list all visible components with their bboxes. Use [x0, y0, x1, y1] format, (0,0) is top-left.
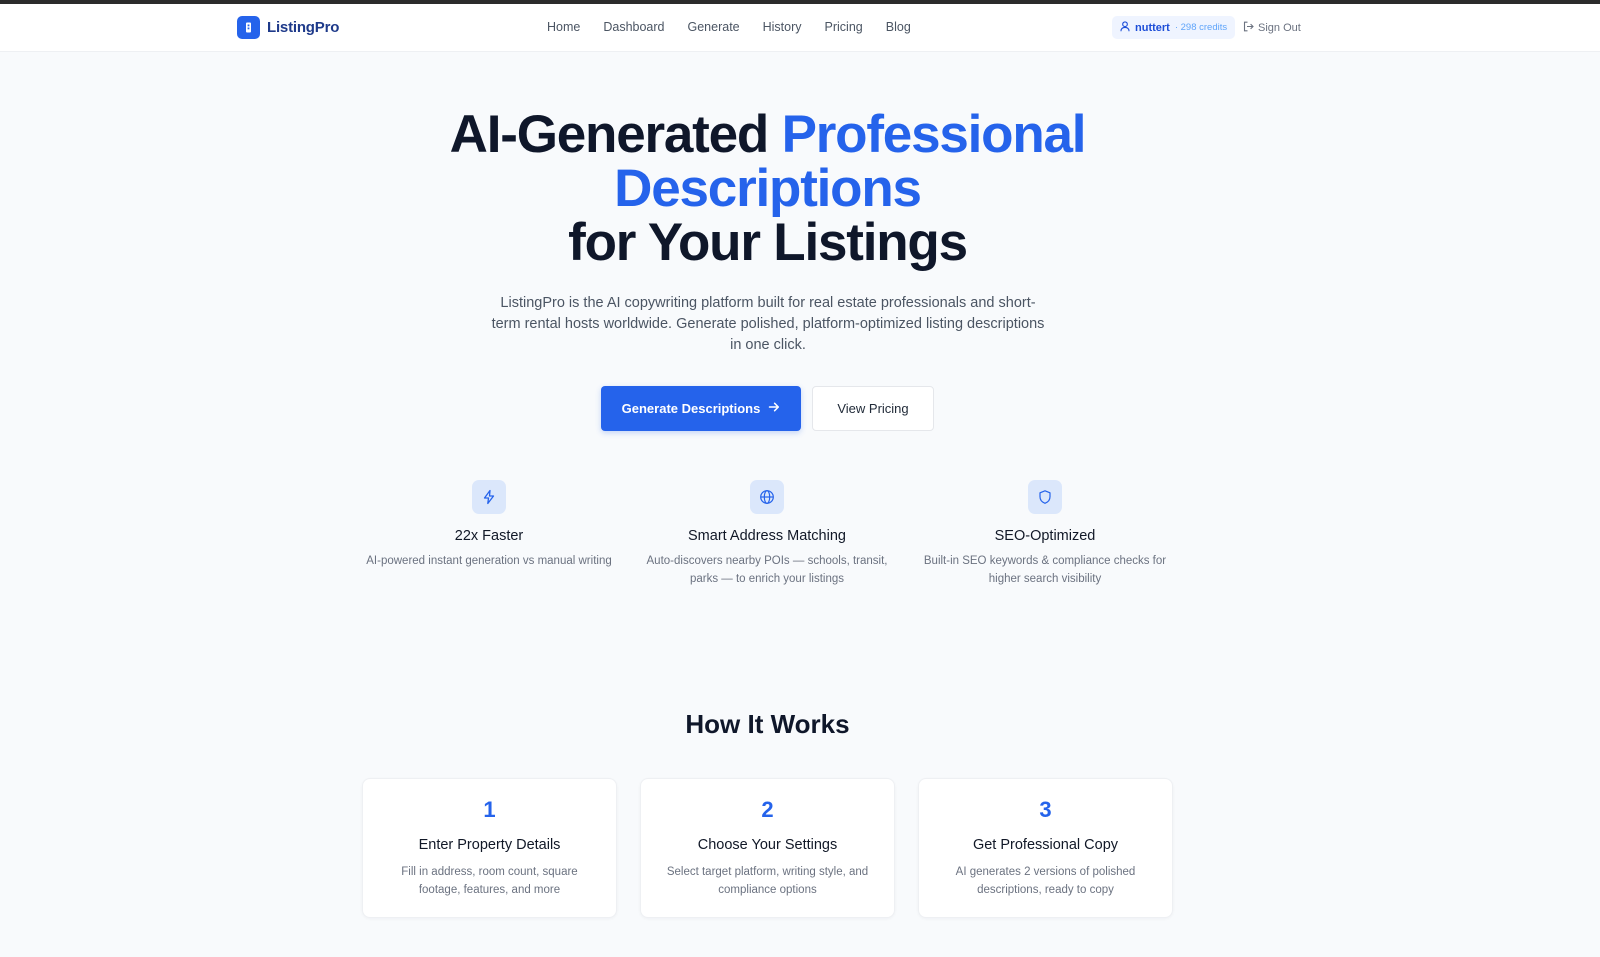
feature-description: AI-powered instant generation vs manual … — [366, 555, 612, 567]
hero-title-part2: for Your Listings — [568, 213, 968, 272]
hero-subtitle: ListingPro is the AI copywriting platfor… — [491, 295, 1045, 353]
step-title: Choose Your Settings — [697, 837, 838, 853]
step-title: Get Professional Copy — [972, 837, 1119, 853]
arrow-right-icon — [768, 401, 780, 416]
feature-address-matching: Smart Address Matching Auto-discovers ne… — [637, 480, 897, 588]
nav-link-history[interactable]: History — [763, 20, 802, 34]
step-card: 3 Get Professional Copy AI generates 2 v… — [918, 778, 1173, 918]
step-title: Enter Property Details — [418, 837, 561, 853]
feature-title: Smart Address Matching — [688, 528, 846, 544]
step-card: 1 Enter Property Details Fill in address… — [362, 778, 617, 918]
hero-title-part1: AI-Generated — [449, 105, 782, 164]
user-icon — [1120, 19, 1130, 37]
user-account-chip[interactable]: nuttert · 298 credits — [1112, 16, 1236, 39]
step-number: 3 — [1039, 797, 1052, 822]
step-description: Select target platform, writing style, a… — [666, 866, 869, 896]
globe-icon — [750, 480, 784, 514]
sign-out-label: Sign Out — [1258, 22, 1301, 34]
sign-out-icon — [1243, 21, 1254, 35]
building-icon — [237, 16, 260, 39]
brand-name: ListingPro — [267, 19, 340, 36]
how-it-works-title: How It Works — [685, 709, 850, 739]
navbar: ListingPro Home Dashboard Generate Histo… — [0, 4, 1600, 52]
feature-seo: SEO-Optimized Built-in SEO keywords & co… — [915, 480, 1175, 588]
main-nav: Home Dashboard Generate History Pricing … — [547, 20, 934, 34]
step-description: AI generates 2 versions of polished desc… — [955, 866, 1136, 896]
feature-title: 22x Faster — [454, 528, 524, 544]
step-card: 2 Choose Your Settings Select target pla… — [640, 778, 895, 918]
nav-link-dashboard[interactable]: Dashboard — [603, 20, 664, 34]
step-number: 1 — [483, 797, 496, 822]
brand-logo-link[interactable]: ListingPro — [237, 16, 339, 39]
feature-faster: 22x Faster AI-powered instant generation… — [359, 480, 619, 570]
view-pricing-button[interactable]: View Pricing — [812, 386, 934, 431]
sign-out-button[interactable]: Sign Out — [1243, 21, 1301, 35]
shield-icon — [1028, 480, 1062, 514]
step-number: 2 — [761, 797, 774, 822]
nav-link-home[interactable]: Home — [547, 20, 580, 34]
credits-count: · 298 credits — [1174, 22, 1228, 33]
nav-link-blog[interactable]: Blog — [886, 20, 911, 34]
lightning-icon — [472, 480, 506, 514]
generate-descriptions-label: Generate Descriptions — [621, 401, 761, 416]
feature-description: Auto-discovers nearby POIs — schools, tr… — [646, 555, 888, 585]
hero-title-highlight2: Descriptions — [614, 159, 922, 218]
generate-descriptions-button[interactable]: Generate Descriptions — [601, 386, 801, 431]
hero-title-highlight1: Professional — [781, 105, 1087, 164]
step-description: Fill in address, room count, square foot… — [401, 866, 578, 896]
username: nuttert — [1135, 21, 1170, 34]
nav-link-pricing[interactable]: Pricing — [825, 20, 863, 34]
nav-link-generate[interactable]: Generate — [688, 20, 740, 34]
feature-title: SEO-Optimized — [994, 528, 1096, 544]
hero-title: AI-Generated Professional Descriptions f… — [0, 108, 1535, 270]
feature-description: Built-in SEO keywords & compliance check… — [923, 555, 1167, 585]
